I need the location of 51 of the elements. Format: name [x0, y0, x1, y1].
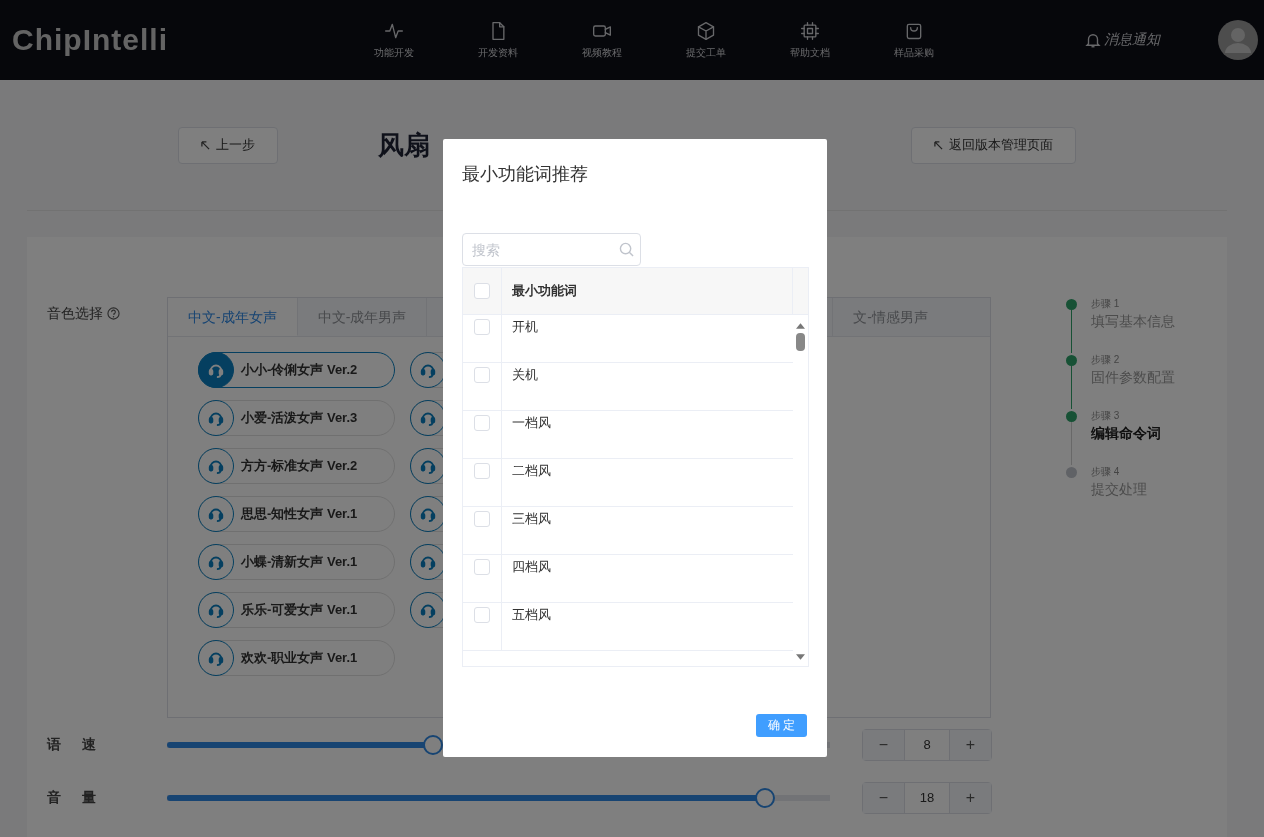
nav-item[interactable]: 样品采购 — [862, 20, 966, 60]
table-cell-text: 开机 — [511, 318, 538, 336]
slider-thumb[interactable] — [754, 787, 775, 808]
nav-item[interactable]: 视频教程 — [550, 20, 654, 60]
nav-item[interactable]: 开发资料 — [446, 20, 550, 60]
slider-label: 语 速 — [47, 735, 97, 754]
notifications-link[interactable]: 消息通知 — [1104, 31, 1160, 49]
table-cell-text: 四档风 — [511, 558, 551, 576]
avatar-icon[interactable] — [1218, 20, 1258, 60]
checkbox[interactable] — [474, 463, 490, 479]
column-header: 最小功能词 — [511, 282, 578, 300]
table-cell-text: 关机 — [511, 366, 538, 384]
checkbox[interactable] — [474, 283, 490, 299]
arrow-icon — [934, 140, 943, 150]
checkbox[interactable] — [474, 367, 490, 383]
table-cell-text: 五档风 — [511, 606, 551, 624]
confirm-button[interactable]: 确 定 — [756, 714, 807, 737]
slider-label: 音 量 — [47, 788, 97, 807]
increment-button[interactable]: + — [950, 729, 991, 760]
search-field[interactable]: 搜索 — [462, 233, 641, 266]
nav-item[interactable]: 功能开发 — [342, 20, 446, 60]
checkbox[interactable] — [474, 415, 490, 431]
step-title: 编辑命令词 — [1091, 425, 1161, 443]
decrement-button[interactable]: − — [863, 729, 904, 760]
table-cell-text: 一档风 — [511, 414, 551, 432]
nav-item[interactable]: 帮助文档 — [758, 20, 862, 60]
scroll-thumb[interactable] — [796, 333, 805, 351]
checkbox[interactable] — [474, 559, 490, 575]
table-cell-text: 三档风 — [511, 510, 551, 528]
voice-tab[interactable]: 中文-成年女声 — [168, 298, 298, 336]
checkbox[interactable] — [474, 607, 490, 623]
nav-icon — [800, 20, 820, 41]
increment-button[interactable]: + — [950, 782, 991, 813]
decrement-button[interactable]: − — [863, 782, 904, 813]
scroll-up-icon[interactable] — [796, 323, 805, 329]
search-icon[interactable] — [619, 242, 634, 257]
nav-item[interactable]: 提交工单 — [654, 20, 758, 60]
checkbox[interactable] — [474, 511, 490, 527]
table-cell-text: 二档风 — [511, 462, 551, 480]
nav-icon — [696, 20, 716, 41]
return-button[interactable]: 返回版本管理页面 — [911, 126, 1076, 164]
dialog-title: 最小功能词推荐 — [462, 163, 589, 186]
help-icon[interactable] — [107, 307, 120, 320]
scroll-down-icon[interactable] — [796, 654, 805, 660]
bell-icon[interactable] — [1084, 31, 1102, 49]
slider-thumb[interactable] — [423, 734, 444, 755]
logo[interactable]: ChipIntelli — [12, 23, 342, 57]
field-label: 音色选择 — [47, 305, 103, 323]
page-title: 风扇 — [378, 128, 430, 162]
checkbox[interactable] — [474, 319, 490, 335]
arrow-icon — [201, 140, 210, 150]
